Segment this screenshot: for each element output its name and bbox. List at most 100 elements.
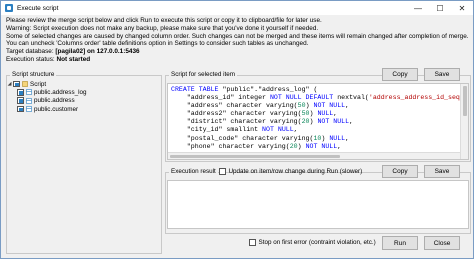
script-structure-label: Script structure	[10, 71, 57, 78]
code-token: 50	[301, 110, 310, 118]
execution-status-label: Execution status:	[6, 55, 55, 63]
code-token: "phone"	[171, 142, 219, 150]
run-button[interactable]: Run	[382, 236, 418, 250]
code-token: 'address_address_id_seq'	[368, 94, 464, 102]
code-token: NULL	[329, 134, 346, 142]
code-token: NOT NULL	[317, 118, 350, 126]
code-token: 20	[301, 118, 310, 126]
tree-item[interactable]: public.customer	[6, 105, 160, 113]
editor-horizontal-thumb[interactable]	[170, 154, 340, 158]
script-editor[interactable]: CREATE TABLE "public"."address_log" ( "a…	[167, 83, 469, 160]
code-token: "district"	[171, 118, 231, 126]
execution-result-box[interactable]	[167, 180, 469, 229]
code-token: ,	[349, 118, 354, 126]
minimize-icon[interactable]: —	[407, 1, 429, 15]
code-token: ,	[337, 142, 342, 150]
tree-item[interactable]: public.address	[6, 97, 160, 105]
code-token: ,	[345, 134, 350, 142]
execute-script-window: Execute script — ☐ ✕ Please review the m…	[0, 0, 474, 259]
title-bar: Execute script — ☐ ✕	[1, 1, 473, 15]
table-icon	[26, 106, 32, 112]
code-token: NOT NULL	[262, 126, 294, 134]
result-save-button[interactable]: Save	[424, 165, 460, 178]
code-token: NULL	[317, 110, 334, 118]
code-token: "public"."address_log"	[222, 86, 310, 93]
script-icon	[22, 81, 28, 87]
code-token: ,	[345, 102, 350, 110]
stop-on-error-label: Stop on first error (contraint violation…	[258, 239, 376, 246]
collapse-icon[interactable]: ◢	[6, 81, 13, 87]
update-on-change-checkbox[interactable]	[219, 168, 226, 175]
tree-item[interactable]: public.address_log	[6, 88, 160, 96]
table-icon	[26, 97, 32, 104]
close-icon[interactable]: ✕	[451, 1, 473, 15]
tree-item-label: public.address	[34, 97, 75, 105]
script-copy-button[interactable]: Copy	[382, 68, 418, 81]
stop-on-error-checkbox[interactable]	[249, 239, 256, 246]
execution-status-line: Execution status: Not started	[6, 56, 471, 64]
tree-item-checkbox[interactable]	[17, 105, 24, 113]
window-title: Execute script	[17, 4, 59, 12]
tree-item-label: public.address_log	[34, 88, 87, 96]
editor-vertical-thumb[interactable]	[462, 86, 467, 116]
code-token: "address_id"	[171, 94, 239, 102]
code-line: CREATE TABLE "public"."address_log" (	[171, 86, 465, 94]
code-line: "postal_code" character varying(10) NULL…	[171, 135, 465, 143]
info-text: Please review the merge script below and…	[6, 17, 471, 64]
code-token: NOT NULL	[313, 102, 346, 110]
code-token: (	[309, 86, 318, 93]
tree-root-checkbox[interactable]	[13, 80, 20, 88]
info-line-2: Warning: Script execution does not make …	[6, 24, 319, 32]
code-token: ,	[293, 126, 298, 134]
script-save-button[interactable]: Save	[424, 68, 460, 81]
tree-item-checkbox[interactable]	[17, 97, 24, 104]
code-line: "phone" character varying(20) NOT NULL,	[171, 143, 465, 151]
code-line: "district" character varying(20) NOT NUL…	[171, 118, 465, 126]
app-icon	[5, 4, 13, 12]
code-token: character varying(	[230, 110, 302, 118]
target-database-line: Target database: [pagila02] on 127.0.0.1…	[6, 48, 471, 56]
code-token: character varying(	[230, 118, 302, 126]
code-line: "address_id" integer NOT NULL DEFAULT ne…	[171, 94, 468, 102]
info-line-3: Some of selected changes are caused by c…	[6, 32, 469, 40]
editor-vertical-scrollbar[interactable]	[460, 84, 468, 159]
code-token: "postal_code"	[171, 134, 243, 142]
table-icon	[26, 89, 32, 96]
code-token: NOT NULL DEFAULT	[269, 94, 338, 102]
target-database-label: Target database:	[6, 48, 54, 56]
editor-horizontal-scrollbar[interactable]	[168, 152, 460, 159]
update-on-change-label: Update on item/row change during Run (sl…	[228, 168, 363, 175]
tree-item-label: public.customer	[34, 105, 79, 113]
code-token: ,	[333, 110, 338, 118]
execution-status-value: Not started	[56, 55, 91, 63]
script-panel-label: Script for selected item	[169, 71, 238, 78]
maximize-icon[interactable]: ☐	[429, 1, 451, 15]
code-token: "city_id"	[171, 126, 227, 134]
code-token: character varying(	[226, 102, 298, 110]
code-line: "city_id" smallint NOT NULL,	[171, 126, 465, 134]
update-on-change-option[interactable]: Update on item/row change during Run (sl…	[219, 168, 362, 175]
stop-on-error-option[interactable]: Stop on first error (contraint violation…	[249, 239, 376, 246]
code-token: CREATE TABLE	[171, 86, 223, 93]
code-line: "address2" character varying(50) NULL,	[171, 110, 465, 118]
close-button[interactable]: Close	[424, 236, 460, 250]
result-copy-button[interactable]: Copy	[382, 165, 418, 178]
script-code[interactable]: CREATE TABLE "public"."address_log" ( "a…	[168, 84, 468, 153]
code-token: "address"	[171, 102, 227, 110]
tree-item-checkbox[interactable]	[17, 89, 24, 96]
tree-root-label: Script	[30, 80, 47, 88]
code-line: "address" character varying(50) NOT NULL…	[171, 102, 465, 110]
result-panel-label: Execution result	[169, 168, 218, 175]
window-controls: — ☐ ✕	[407, 1, 473, 15]
tree-root[interactable]: ◢ Script	[6, 80, 160, 88]
code-token: NOT NULL	[305, 142, 338, 150]
code-token: integer	[238, 94, 270, 102]
info-line-1: Please review the merge script below and…	[6, 17, 322, 24]
code-token: character varying(	[242, 134, 314, 142]
code-token: 20	[289, 142, 298, 150]
info-line-4: You can uncheck 'Columns order' table de…	[6, 40, 309, 48]
code-token: )	[297, 142, 306, 150]
script-tree[interactable]: ◢ Script public.address_log public.addre…	[6, 80, 160, 113]
code-token: smallint	[226, 126, 263, 134]
code-token: "address2"	[171, 110, 231, 118]
